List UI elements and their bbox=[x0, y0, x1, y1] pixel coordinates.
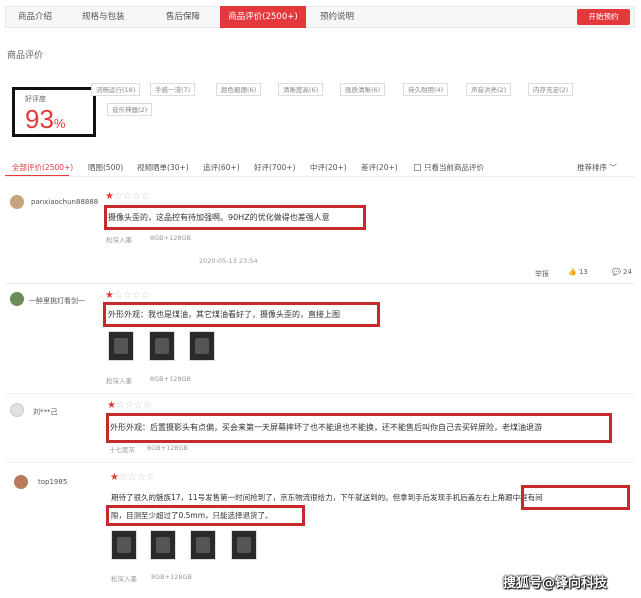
review-separator bbox=[5, 283, 635, 284]
tag-item[interactable]: 颜色靓丽(6) bbox=[216, 83, 262, 96]
review-photo[interactable] bbox=[231, 530, 257, 560]
review-separator bbox=[5, 462, 635, 463]
review-photo[interactable] bbox=[150, 530, 176, 560]
review-spec: 8GB+128GB bbox=[150, 234, 191, 242]
rating-unit: % bbox=[53, 116, 66, 131]
star-rating: ★☆☆☆☆ bbox=[105, 290, 150, 301]
highlight-box bbox=[521, 485, 630, 510]
tag-item[interactable]: 清晰度高(6) bbox=[278, 83, 324, 96]
tab-specs[interactable]: 规格与包装 bbox=[70, 7, 154, 27]
tab-product-intro[interactable]: 商品介绍 bbox=[6, 7, 70, 27]
comment-icon: 💬 bbox=[612, 268, 621, 276]
like-button[interactable]: 👍 13 bbox=[568, 268, 588, 276]
product-tabbar: 商品介绍 规格与包装 售后保障 商品评价(2500+) 预约说明 开始预约 bbox=[5, 6, 635, 28]
star-rating: ★☆☆☆☆ bbox=[110, 472, 155, 483]
rating-box: 好评度 93% bbox=[12, 87, 96, 137]
review-username[interactable]: 一醉里挑灯看剑一 bbox=[29, 296, 85, 306]
review-text: 外形外观：后置摄影头有点偏，买会来第一天屏幕摔坏了也不能退也不能换，还不能售后叫… bbox=[110, 423, 542, 432]
review-separator bbox=[5, 393, 635, 394]
tag-item[interactable]: 待久耐用(4) bbox=[403, 83, 449, 96]
tag-item[interactable]: 音乐神器(2) bbox=[107, 103, 153, 116]
avatar[interactable] bbox=[10, 292, 24, 306]
review-color: 十七度灰 bbox=[109, 446, 135, 454]
review-text: 期待了很久的魅族17，11号发售第一时间抢到了，京东物流很给力，下午就送到的。但… bbox=[111, 493, 543, 502]
review-photo[interactable] bbox=[111, 530, 137, 560]
tab-reviews[interactable]: 商品评价(2500+) bbox=[220, 6, 306, 28]
review-username[interactable]: 刘***己 bbox=[33, 407, 58, 417]
section-title: 商品评价 bbox=[7, 51, 44, 61]
review-text: 摄像头歪的，这品控有待加强啊。90HZ的优化做得也差强人意 bbox=[108, 213, 330, 222]
start-reservation-button[interactable]: 开始预约 bbox=[577, 9, 630, 25]
avatar[interactable] bbox=[10, 403, 24, 417]
review-date: 2020-05-13 23:54 bbox=[199, 257, 258, 265]
checkbox-icon[interactable] bbox=[414, 164, 421, 171]
review-photo[interactable] bbox=[149, 331, 175, 361]
tag-item[interactable]: 声音洪亮(2) bbox=[466, 83, 512, 96]
report-link[interactable]: 举报 bbox=[535, 269, 549, 279]
review-text: 隙，目测至少超过了0.5mm，只能选择退货了。 bbox=[111, 511, 273, 520]
star-rating: ★☆☆☆☆ bbox=[107, 400, 152, 411]
filter-divider bbox=[5, 176, 635, 177]
review-spec: 8GB+128GB bbox=[147, 444, 188, 452]
tag-item[interactable]: 画质清晰(6) bbox=[340, 83, 386, 96]
tab-reservation[interactable]: 预约说明 bbox=[306, 7, 366, 27]
review-username[interactable]: panxiaochun88888 bbox=[31, 198, 98, 206]
tab-after-sales[interactable]: 售后保障 bbox=[154, 7, 220, 27]
review-text: 外形外观：我也是煤油，其它煤油看好了，摄像头歪的，直接上图 bbox=[108, 310, 340, 319]
filter-good[interactable]: 好评(700+) bbox=[254, 162, 295, 173]
watermark: 搜狐号@锋向科技 bbox=[503, 576, 608, 591]
avatar[interactable] bbox=[14, 475, 28, 489]
chevron-down-icon: ﹀ bbox=[609, 163, 617, 172]
review-spec: 8GB+128GB bbox=[150, 375, 191, 383]
thumbs-up-icon: 👍 bbox=[568, 268, 577, 276]
filter-mid[interactable]: 中评(20+) bbox=[310, 162, 347, 173]
tag-item[interactable]: 手感一流(7) bbox=[150, 83, 196, 96]
review-username[interactable]: top1985 bbox=[38, 478, 67, 486]
comment-button[interactable]: 💬 24 bbox=[612, 268, 632, 276]
rating-label: 好评度 bbox=[25, 95, 46, 103]
review-color: 松深入墨 bbox=[106, 236, 132, 244]
avatar[interactable] bbox=[10, 195, 24, 209]
review-photo[interactable] bbox=[108, 331, 134, 361]
review-color: 松深入墨 bbox=[111, 575, 137, 583]
filter-followup[interactable]: 追评(60+) bbox=[203, 162, 240, 173]
filter-video[interactable]: 视频晒单(30+) bbox=[137, 162, 189, 173]
current-only-toggle[interactable]: 只看当前商品评价 bbox=[414, 162, 484, 173]
filter-photo[interactable]: 晒图(500) bbox=[88, 162, 123, 173]
review-spec: 8GB+128GB bbox=[151, 573, 192, 581]
rating-value: 93% bbox=[25, 104, 66, 134]
review-color: 松深入墨 bbox=[106, 377, 132, 385]
filter-all[interactable]: 全部评价(2500+) bbox=[12, 162, 73, 173]
tag-item[interactable]: 内存充足(2) bbox=[528, 83, 574, 96]
active-filter-underline bbox=[5, 175, 69, 176]
sort-dropdown[interactable]: 推荐排序 ﹀ bbox=[577, 162, 617, 173]
star-rating: ★☆☆☆☆ bbox=[105, 191, 150, 202]
tag-item[interactable]: 流畅运行(18) bbox=[91, 83, 141, 96]
review-photo[interactable] bbox=[190, 530, 216, 560]
filter-bad[interactable]: 差评(20+) bbox=[361, 162, 398, 173]
review-photo[interactable] bbox=[189, 331, 215, 361]
